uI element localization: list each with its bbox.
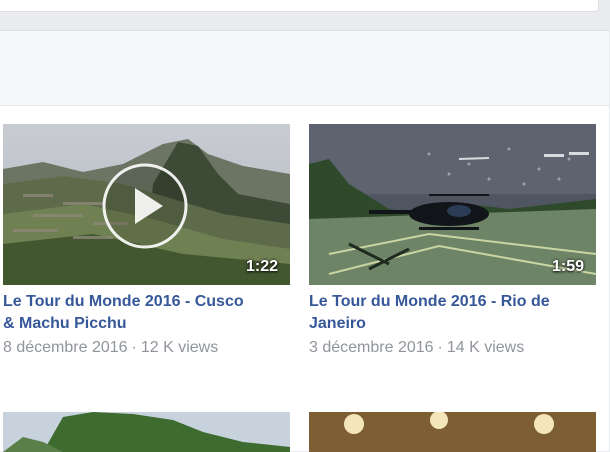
interior-image <box>309 412 596 452</box>
video-card: 1:59 Le Tour du Monde 2016 - Rio de Jane… <box>309 124 596 358</box>
video-title-line: Le Tour du Monde 2016 - Cusco <box>3 293 244 310</box>
video-meta: 3 décembre 2016 · 14 K views <box>309 338 596 358</box>
play-icon[interactable] <box>101 162 189 250</box>
panel-header <box>0 31 609 106</box>
meta-separator: · <box>131 339 137 356</box>
top-card <box>0 0 599 12</box>
video-duration: 1:59 <box>551 258 584 275</box>
video-title-line: Janeiro <box>309 315 366 332</box>
video-card: 1:22 Le Tour du Monde 2016 - Cusco & Mac… <box>3 124 290 358</box>
video-title-line: Le Tour du Monde 2016 - Rio de <box>309 293 550 310</box>
video-meta: 8 décembre 2016 · 12 K views <box>3 338 290 358</box>
video-title-link[interactable]: Le Tour du Monde 2016 - Rio de Janeiro <box>309 291 596 335</box>
video-date: 8 décembre 2016 <box>3 339 128 356</box>
video-thumbnail[interactable]: 1:22 <box>3 124 290 285</box>
video-views: 12 K views <box>140 339 219 356</box>
forest-image <box>3 412 290 452</box>
video-duration: 1:22 <box>245 258 278 275</box>
video-thumbnail[interactable] <box>309 412 596 452</box>
video-date: 3 décembre 2016 <box>309 339 434 356</box>
video-title-link[interactable]: Le Tour du Monde 2016 - Cusco & Machu Pi… <box>3 291 290 335</box>
video-title-line: & Machu Picchu <box>3 315 127 332</box>
video-views: 14 K views <box>446 339 525 356</box>
video-thumbnail[interactable] <box>3 412 290 452</box>
video-thumbnail[interactable]: 1:59 <box>309 124 596 285</box>
meta-separator: · <box>437 339 443 356</box>
